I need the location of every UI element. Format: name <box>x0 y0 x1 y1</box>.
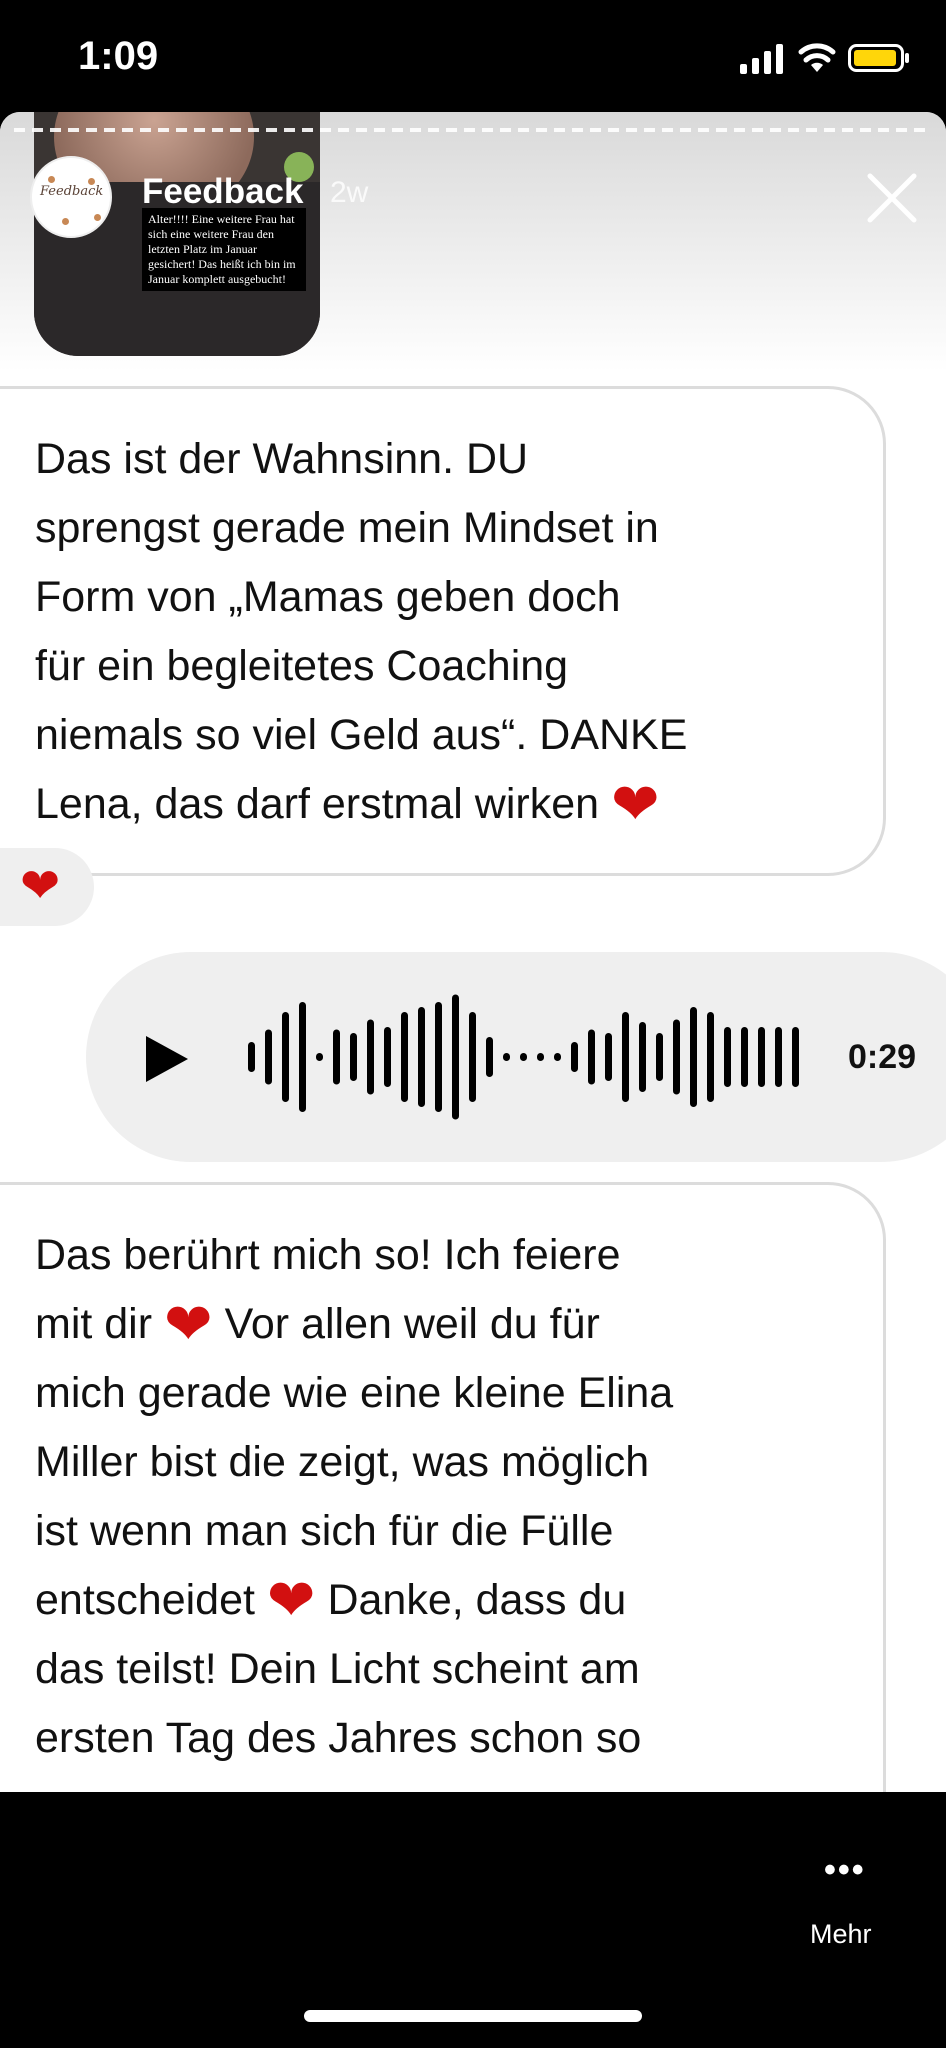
avatar-decoration <box>48 176 55 183</box>
message-line: entscheidet ❤ Danke, dass du <box>35 1566 673 1635</box>
waveform-bar <box>265 1029 272 1085</box>
battery-icon <box>848 44 909 72</box>
waveform-bar <box>724 1027 731 1087</box>
voice-waveform[interactable] <box>244 982 804 1132</box>
waveform-bar <box>673 1019 680 1095</box>
voice-duration: 0:29 <box>848 1038 917 1076</box>
waveform-bar <box>656 1033 663 1081</box>
message-line: mit dir ❤ Vor allen weil du für <box>35 1290 673 1359</box>
waveform-bar <box>248 1042 255 1072</box>
waveform-bar <box>316 1053 323 1061</box>
message-line: niemals so viel Geld aus“. DANKE <box>35 711 688 759</box>
waveform-bar <box>775 1027 782 1087</box>
message-text: Das berührt mich so! Ich feiere mit dir … <box>35 1221 673 1773</box>
waveform-bar <box>503 1053 510 1061</box>
message-bubble[interactable]: Das ist der Wahnsinn. DU sprengst gerade… <box>0 386 886 876</box>
more-button[interactable]: ••• Mehr <box>800 1845 890 1955</box>
message-line-text: Vor allen weil du für <box>224 1300 600 1348</box>
message-line: das teilst! Dein Licht scheint am <box>35 1645 640 1693</box>
message-text: Das ist der Wahnsinn. DU sprengst gerade… <box>35 425 687 839</box>
waveform-bar <box>605 1033 612 1081</box>
status-bar: 1:09 <box>0 0 946 112</box>
waveform-bar <box>367 1019 374 1095</box>
story-progress-bar <box>14 128 932 132</box>
message-line-text: Danke, dass du <box>327 1576 627 1624</box>
waveform-bar <box>350 1033 357 1081</box>
thumbnail-caption: Alter!!!! Eine weitere Frau hat sich ein… <box>142 208 306 291</box>
message-line: Miller bist die zeigt, was möglich <box>35 1438 650 1486</box>
message-line: für ein begleitetes Coaching <box>35 642 569 690</box>
avatar-decoration <box>62 218 69 225</box>
message-line: Lena, das darf erstmal wirken ❤ <box>35 770 687 839</box>
status-time: 1:09 <box>78 34 159 78</box>
message-line: ist wenn man sich für die Fülle <box>35 1507 614 1555</box>
more-dots-icon: ••• <box>824 1851 866 1889</box>
message-line: sprengst gerade mein Mindset in <box>35 504 659 552</box>
account-name[interactable]: Feedback <box>142 172 303 212</box>
waveform-bar <box>571 1042 578 1072</box>
avatar-decoration <box>94 214 101 221</box>
message-reaction[interactable]: ❤ <box>0 848 94 926</box>
waveform-bar <box>435 1002 442 1112</box>
message-line: mich gerade wie eine kleine Elina <box>35 1369 674 1417</box>
waveform-bar <box>520 1053 527 1061</box>
waveform-bar <box>401 1012 408 1102</box>
more-label: Mehr <box>810 1919 872 1949</box>
wifi-icon <box>798 43 836 72</box>
waveform-bar <box>690 1007 697 1107</box>
message-line-text: Lena, das darf erstmal wirken <box>35 780 600 828</box>
avatar-decoration <box>88 178 95 185</box>
waveform-bar <box>384 1027 391 1087</box>
cellular-signal-icon <box>740 44 783 74</box>
waveform-bar <box>639 1022 646 1092</box>
waveform-bar <box>792 1027 799 1087</box>
waveform-bar <box>299 1002 306 1112</box>
waveform-bar <box>554 1053 561 1061</box>
avatar-logo-text: Feedback <box>40 184 104 199</box>
waveform-bar <box>741 1027 748 1087</box>
heart-reaction-icon: ❤ <box>20 860 61 913</box>
heart-emoji-icon: ❤ <box>611 772 660 837</box>
home-indicator[interactable] <box>304 2010 642 2022</box>
message-line: ersten Tag des Jahres schon so <box>35 1714 642 1762</box>
message-line: Form von „Mamas geben doch <box>35 573 621 621</box>
waveform-bar <box>282 1012 289 1102</box>
waveform-bar <box>333 1029 340 1085</box>
close-icon[interactable] <box>862 168 922 228</box>
message-line-text: entscheidet <box>35 1576 255 1624</box>
waveform-bar <box>452 994 459 1120</box>
waveform-bar <box>588 1029 595 1085</box>
heart-emoji-icon: ❤ <box>164 1292 213 1357</box>
waveform-bar <box>418 1007 425 1107</box>
waveform-bar <box>758 1027 765 1087</box>
waveform-bar <box>622 1012 629 1102</box>
heart-emoji-icon: ❤ <box>266 1568 316 1633</box>
message-line: Das berührt mich so! Ich feiere <box>35 1231 621 1279</box>
voice-message[interactable]: 0:29 <box>86 952 946 1162</box>
play-icon[interactable] <box>144 1034 190 1084</box>
waveform-bar <box>469 1012 476 1102</box>
story-age: 2w <box>330 176 369 209</box>
story-view: Alter!!!! Eine weitere Frau hat sich ein… <box>0 112 946 1792</box>
account-avatar[interactable]: Feedback <box>30 156 112 238</box>
waveform-bar <box>486 1037 493 1077</box>
waveform-bar <box>537 1053 544 1061</box>
message-line-text: mit dir <box>35 1300 153 1348</box>
waveform-bar <box>707 1012 714 1102</box>
message-line: Das ist der Wahnsinn. DU <box>35 435 529 483</box>
message-bubble[interactable]: Das berührt mich so! Ich feiere mit dir … <box>0 1182 886 1792</box>
